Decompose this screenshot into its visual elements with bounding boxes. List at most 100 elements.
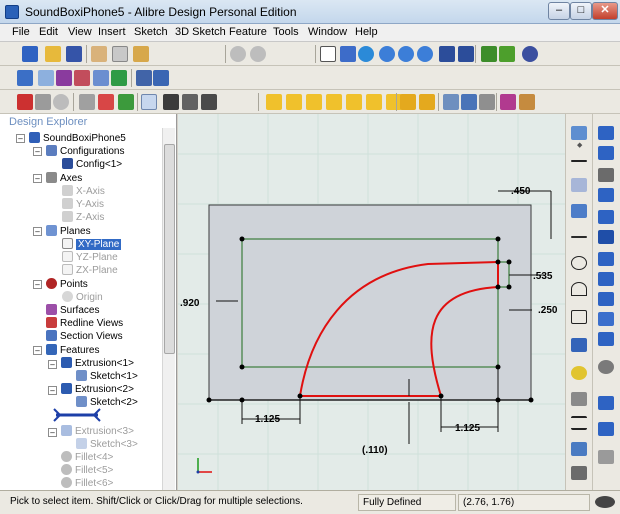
chamfer-icon[interactable] xyxy=(598,396,614,410)
save-icon[interactable] xyxy=(66,46,82,62)
tree-item-config[interactable]: Config<1> xyxy=(62,158,122,171)
view-normal-icon[interactable] xyxy=(400,94,416,110)
tree-item-zx-plane[interactable]: ZX-Plane xyxy=(62,264,118,277)
front-view-icon[interactable] xyxy=(266,94,282,110)
open-icon[interactable] xyxy=(45,46,61,62)
thread-icon[interactable] xyxy=(598,292,614,306)
box-views-icon[interactable] xyxy=(461,94,477,110)
tree-item-sketch-1[interactable]: Sketch<1> xyxy=(76,370,138,383)
select-icon[interactable] xyxy=(320,46,336,62)
arc-tool-icon[interactable] xyxy=(571,282,587,296)
menu-file[interactable]: File xyxy=(12,26,30,38)
minimize-button[interactable]: – xyxy=(548,2,570,20)
cut-revolve-icon[interactable] xyxy=(598,230,614,244)
feature-mode-icon[interactable] xyxy=(499,46,515,62)
sketch-activate-icon[interactable] xyxy=(571,126,587,140)
line-icon[interactable] xyxy=(38,70,54,86)
sweep-icon[interactable] xyxy=(598,168,614,182)
tree-expander[interactable]: – xyxy=(33,280,42,289)
reference-icon[interactable] xyxy=(35,94,51,110)
shading-icon[interactable] xyxy=(479,94,495,110)
tree-item-section-views[interactable]: Section Views xyxy=(46,330,123,343)
analysis-icon[interactable] xyxy=(443,94,459,110)
point-tool-icon[interactable] xyxy=(571,366,587,380)
tree-expander[interactable]: – xyxy=(33,346,42,355)
tree-item-yz-plane[interactable]: YZ-Plane xyxy=(62,251,118,264)
tree-item-axes[interactable]: Axes xyxy=(46,172,82,185)
top-view-icon[interactable] xyxy=(346,94,362,110)
relations-icon[interactable] xyxy=(500,94,516,110)
tree-expander[interactable]: – xyxy=(33,227,42,236)
grid-icon[interactable] xyxy=(163,94,179,110)
section-icon[interactable] xyxy=(118,94,134,110)
cut-icon[interactable] xyxy=(91,46,107,62)
tree-item-z-axis[interactable]: Z-Axis xyxy=(62,211,104,224)
tree-item-sketch-3[interactable]: Sketch<3> xyxy=(76,438,138,451)
tree-item-redline-views[interactable]: Redline Views xyxy=(46,317,123,330)
tree-item-extrusion-3[interactable]: Extrusion<3> xyxy=(61,425,134,438)
copy-icon[interactable] xyxy=(112,46,128,62)
pattern-icon[interactable] xyxy=(598,422,614,436)
trim-tool-icon[interactable] xyxy=(571,416,587,430)
rotate-view-icon[interactable] xyxy=(419,94,435,110)
cut-extrude-icon[interactable] xyxy=(598,210,614,224)
explorer-scrollbar[interactable] xyxy=(162,128,175,490)
menu-edit[interactable]: Edit xyxy=(39,26,58,38)
mirror-tool-icon[interactable] xyxy=(571,466,587,480)
sketch-view[interactable]: .450 .535 .920 .250 1.125 1.125 (.110) xyxy=(178,114,566,490)
render-icon[interactable] xyxy=(522,46,538,62)
node-icon[interactable] xyxy=(571,160,587,162)
right-view-icon[interactable] xyxy=(326,94,342,110)
tree-expander[interactable]: – xyxy=(33,174,42,183)
sketch-figures-icon[interactable] xyxy=(98,94,114,110)
tree-item-origin[interactable]: Origin xyxy=(62,291,103,304)
tree-item-fillet-4[interactable]: Fillet<4> xyxy=(61,451,113,464)
sketch-mode-icon[interactable] xyxy=(481,46,497,62)
hole-icon[interactable] xyxy=(598,252,614,266)
menu-sketch[interactable]: Sketch xyxy=(134,26,168,38)
tree-item-part[interactable]: SoundBoxiPhone5 xyxy=(29,132,126,145)
bottom-view-icon[interactable] xyxy=(366,94,382,110)
tree-item-features[interactable]: Features xyxy=(46,344,99,357)
tree-item-fillet-5[interactable]: Fillet<5> xyxy=(61,464,113,477)
undo-icon[interactable] xyxy=(230,46,246,62)
spline-tool-icon[interactable] xyxy=(571,338,587,352)
rollback-marker-icon[interactable] xyxy=(52,408,102,422)
mirror-feature-icon[interactable] xyxy=(598,450,614,464)
tree-item-extrusion-1[interactable]: Extrusion<1> xyxy=(61,357,134,370)
fillet-tool-icon[interactable] xyxy=(571,442,587,456)
maximize-button[interactable]: □ xyxy=(570,2,592,20)
previous-view-icon[interactable] xyxy=(439,46,455,62)
explorer-scrollbar-thumb[interactable] xyxy=(164,144,175,354)
close-button[interactable]: ✕ xyxy=(592,2,618,20)
tree-item-extrusion-2[interactable]: Extrusion<2> xyxy=(61,383,134,396)
menu-3d-sketch[interactable]: 3D Sketch xyxy=(175,26,226,38)
redo-icon[interactable] xyxy=(250,46,266,62)
dimension-icon[interactable] xyxy=(17,94,33,110)
show-constraints-icon[interactable] xyxy=(74,70,90,86)
dimension-tool-icon[interactable] xyxy=(571,204,587,218)
tree-expander[interactable]: – xyxy=(33,147,42,156)
constraint-icon[interactable] xyxy=(56,70,72,86)
next-view-icon[interactable] xyxy=(458,46,474,62)
tree-item-x-axis[interactable]: X-Axis xyxy=(62,185,105,198)
left-view-icon[interactable] xyxy=(306,94,322,110)
coil-icon[interactable] xyxy=(598,312,614,326)
fillet-feature-icon[interactable] xyxy=(598,360,614,374)
shell-icon[interactable] xyxy=(598,272,614,286)
paste-icon[interactable] xyxy=(133,46,149,62)
model-canvas[interactable]: .450 .535 .920 .250 1.125 1.125 (.110) xyxy=(178,114,566,490)
rectangle-tool-icon[interactable] xyxy=(571,310,587,324)
tree-expander[interactable]: – xyxy=(16,134,25,143)
revolve-icon[interactable] xyxy=(598,146,614,160)
grid-snap-icon[interactable] xyxy=(141,94,157,110)
tree-expander[interactable]: – xyxy=(48,360,57,369)
zoom-in-icon[interactable] xyxy=(379,46,395,62)
insert-icon[interactable] xyxy=(111,70,127,86)
tree-item-y-axis[interactable]: Y-Axis xyxy=(62,198,104,211)
zoom-all-icon[interactable] xyxy=(417,46,433,62)
menu-tools[interactable]: Tools xyxy=(273,26,299,38)
tree-item-fillet-6[interactable]: Fillet<6> xyxy=(61,477,113,490)
zoom-window-icon[interactable] xyxy=(340,46,356,62)
menu-view[interactable]: View xyxy=(68,26,92,38)
